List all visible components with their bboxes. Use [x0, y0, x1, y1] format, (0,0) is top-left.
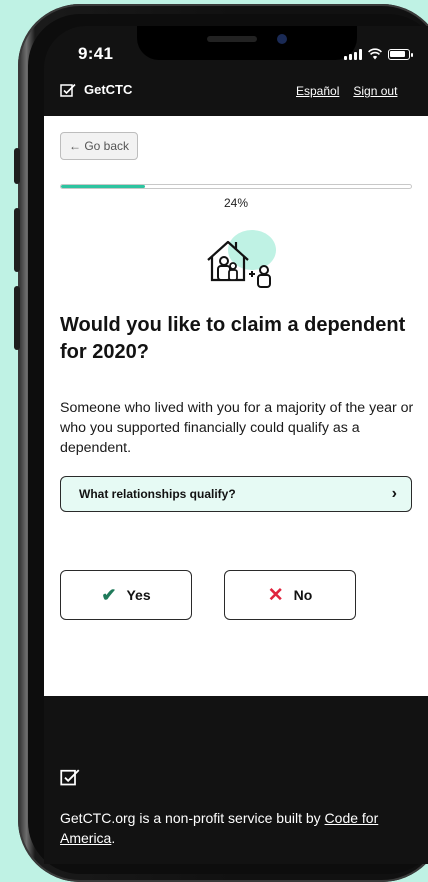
battery-icon [388, 48, 413, 60]
front-camera [277, 34, 287, 44]
app-header: GetCTC Español Sign out [44, 76, 428, 116]
language-link[interactable]: Español [296, 84, 339, 98]
chevron-right-icon: › [391, 485, 397, 502]
checkbox-logo-icon [60, 769, 80, 786]
yes-button[interactable]: ✔ Yes [60, 570, 192, 620]
go-back-button[interactable]: ← Go back [60, 132, 139, 160]
wifi-icon [368, 48, 382, 60]
phone-mute-switch [14, 148, 20, 184]
cellular-signal-icon [344, 48, 362, 60]
footer-text-prefix: GetCTC.org is a non-profit service built… [60, 810, 325, 826]
help-text: Someone who lived with you for a majorit… [60, 400, 414, 456]
main-content: ← Go back 24% Would you like to claim a … [44, 116, 428, 696]
sign-out-link[interactable]: Sign out [353, 84, 397, 98]
phone-volume-up-button [14, 208, 20, 272]
phone-notch [137, 26, 357, 60]
x-icon: ✕ [267, 584, 284, 606]
speaker-grille [207, 36, 257, 42]
header-links: Español Sign out [296, 84, 397, 98]
no-button[interactable]: ✕ No [224, 570, 356, 620]
footer-text: GetCTC.org is a non-profit service built… [60, 808, 416, 848]
progress-fill [61, 185, 145, 188]
progress-label: 24% [223, 196, 249, 210]
phone-screen: 9:41 GetCTC Español Sign out ← Go back 2… [44, 26, 428, 864]
footer-text-suffix: . [111, 830, 116, 846]
status-bar: 9:41 [44, 26, 428, 74]
phone-volume-down-button [14, 286, 20, 350]
yes-label: Yes [126, 587, 151, 603]
page-background: 9:41 GetCTC Español Sign out ← Go back 2… [0, 0, 428, 882]
relationships-accordion[interactable]: What relationships qualify? › [60, 476, 412, 512]
progress-bar [60, 184, 412, 189]
check-icon: ✔ [101, 584, 117, 605]
brand-name: GetCTC [84, 82, 133, 97]
footer: GetCTC.org is a non-profit service built… [44, 696, 428, 864]
house-with-dependent-icon [207, 230, 276, 288]
checkbox-logo-icon [60, 83, 76, 97]
brand-logo[interactable]: GetCTC [60, 82, 132, 97]
no-label: No [293, 587, 313, 603]
accordion-label: What relationships qualify? [79, 487, 236, 501]
status-time: 9:41 [78, 44, 114, 63]
page-title: Would you like to claim a dependent for … [60, 314, 406, 363]
status-icons [344, 48, 413, 60]
